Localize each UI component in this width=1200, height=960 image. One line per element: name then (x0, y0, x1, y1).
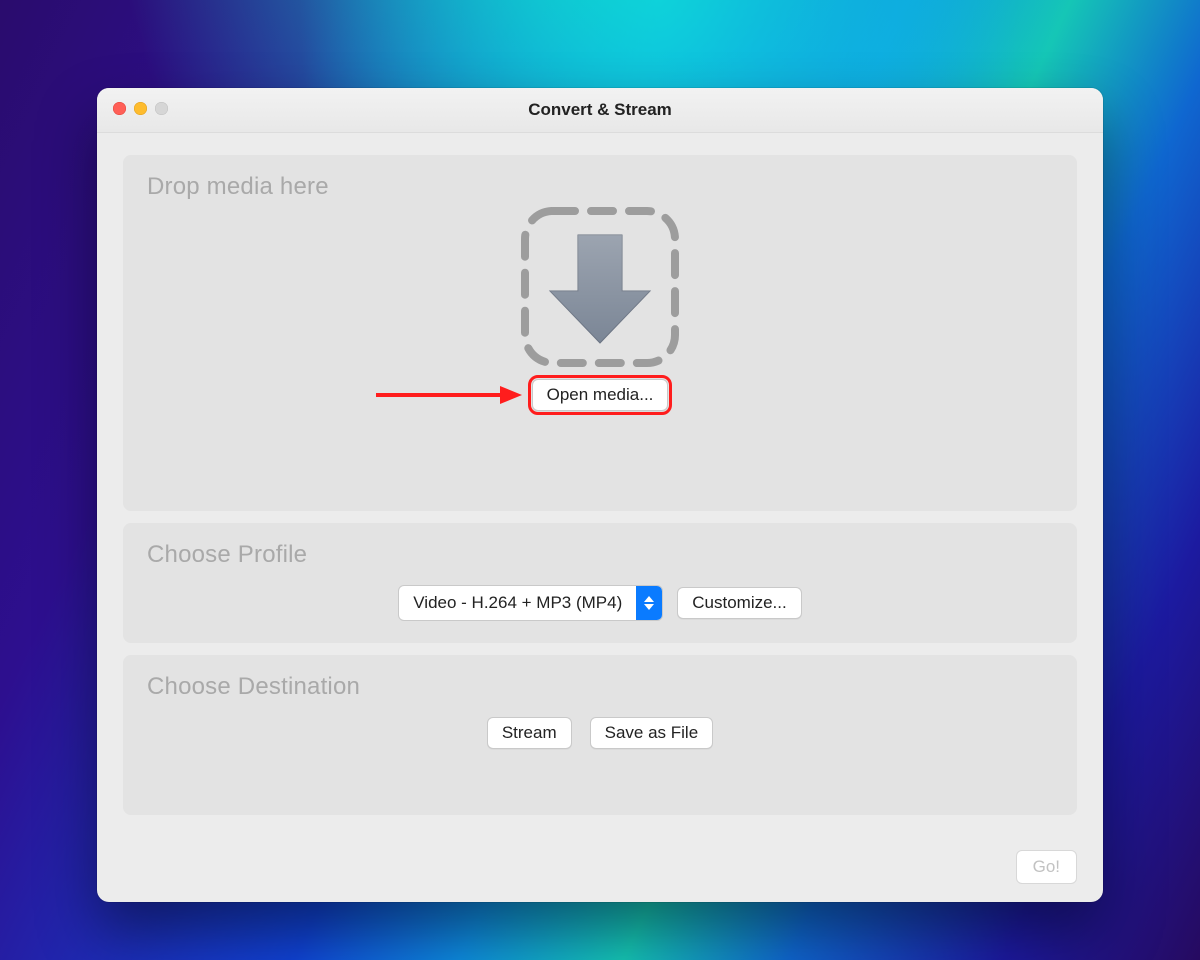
choose-profile-panel: Choose Profile Video - H.264 + MP3 (MP4)… (123, 523, 1077, 643)
close-icon[interactable] (113, 102, 126, 115)
convert-stream-window: Convert & Stream Drop media here (97, 88, 1103, 902)
zoom-icon (155, 102, 168, 115)
go-button: Go! (1016, 850, 1077, 884)
profile-select-label: Video - H.264 + MP3 (MP4) (399, 593, 636, 613)
drop-heading: Drop media here (147, 173, 1053, 201)
window-title: Convert & Stream (97, 100, 1103, 120)
choose-destination-panel: Choose Destination Stream Save as File (123, 655, 1077, 815)
save-as-file-button[interactable]: Save as File (590, 717, 714, 749)
stream-button[interactable]: Stream (487, 717, 572, 749)
drop-media-panel[interactable]: Drop media here (123, 155, 1077, 511)
traffic-lights (113, 102, 168, 115)
minimize-icon[interactable] (134, 102, 147, 115)
desktop-wallpaper: Convert & Stream Drop media here (0, 0, 1200, 960)
footer: Go! (97, 840, 1103, 902)
open-media-button[interactable]: Open media... (532, 379, 669, 411)
drop-zone[interactable]: Open media... (147, 201, 1053, 411)
profile-select[interactable]: Video - H.264 + MP3 (MP4) (398, 585, 663, 621)
titlebar[interactable]: Convert & Stream (97, 88, 1103, 133)
destination-heading: Choose Destination (147, 673, 1053, 701)
chevron-up-down-icon (636, 586, 662, 620)
drop-arrow-icon (515, 201, 685, 373)
profile-heading: Choose Profile (147, 541, 1053, 569)
window-body: Drop media here (97, 133, 1103, 840)
customize-button[interactable]: Customize... (677, 587, 801, 619)
annotation-arrow-icon (372, 382, 522, 408)
